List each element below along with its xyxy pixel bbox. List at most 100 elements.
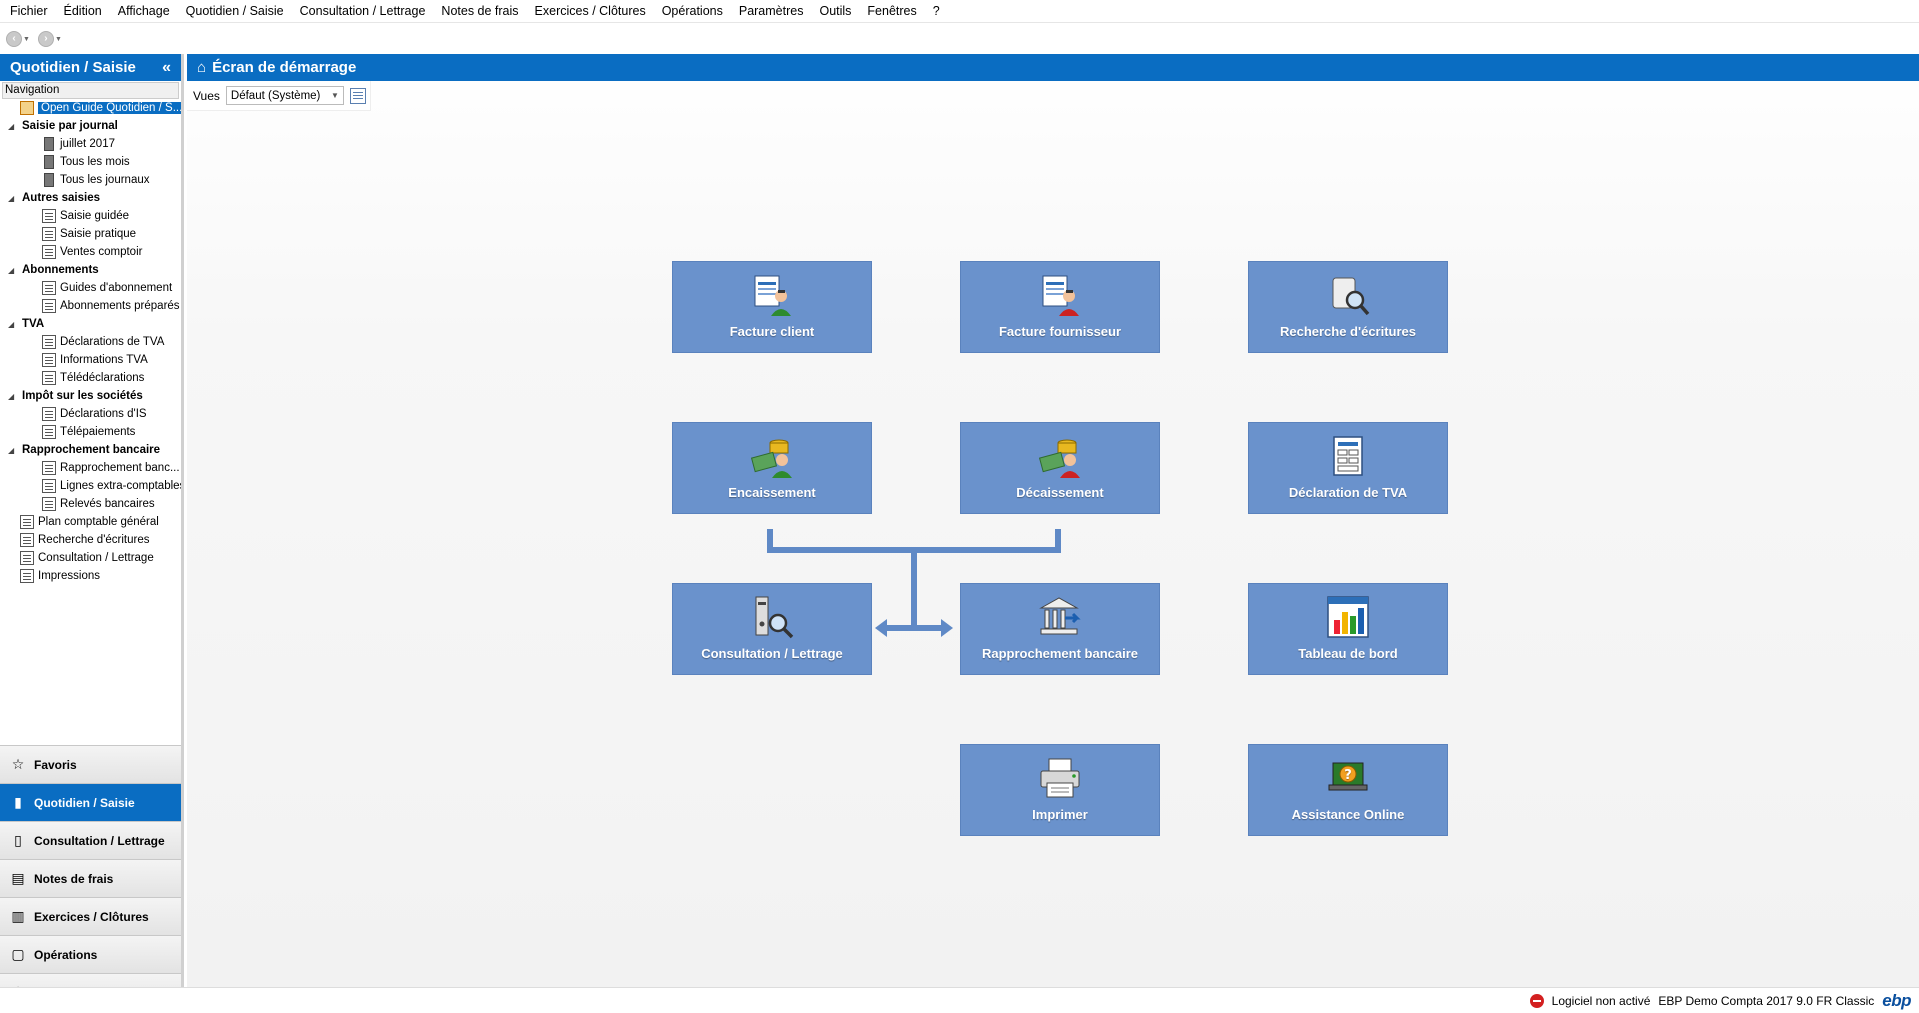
tree-item[interactable]: Déclarations de TVA xyxy=(2,333,181,351)
back-arrow-icon: ‹ xyxy=(6,31,22,47)
tree-item[interactable]: Saisie guidée xyxy=(2,207,181,225)
document-icon xyxy=(20,533,34,547)
forward-dropdown-caret-icon[interactable]: ▼ xyxy=(55,36,62,43)
back-dropdown-caret-icon[interactable]: ▼ xyxy=(23,36,30,43)
tile-recherche-ecritures[interactable]: Recherche d'écritures xyxy=(1248,261,1448,353)
menu-item-10[interactable]: Fenêtres xyxy=(859,0,924,23)
guide-icon xyxy=(20,101,34,115)
tree-item[interactable]: Consultation / Lettrage xyxy=(2,549,181,567)
tree-item[interactable]: Guides d'abonnement xyxy=(2,279,181,297)
tile-assistance-online[interactable]: ? Assistance Online xyxy=(1248,744,1448,836)
expand-triangle-icon[interactable]: ◢ xyxy=(8,392,22,401)
tree-item-label: Saisie pratique xyxy=(60,228,137,240)
menu-item-3[interactable]: Quotidien / Saisie xyxy=(178,0,292,23)
tree-item[interactable]: Saisie pratique xyxy=(2,225,181,243)
document-icon xyxy=(42,407,56,421)
menu-item-6[interactable]: Exercices / Clôtures xyxy=(527,0,654,23)
tile-declaration-tva[interactable]: Déclaration de TVA xyxy=(1248,422,1448,514)
tile-facture-fournisseur[interactable]: Facture fournisseur xyxy=(960,261,1160,353)
tile-facture-client[interactable]: Facture client xyxy=(672,261,872,353)
license-status: Logiciel non activé xyxy=(1551,993,1651,1008)
document-icon xyxy=(42,371,56,385)
toolbar: ‹ ▼ › ▼ xyxy=(0,24,1919,54)
tree-item[interactable]: juillet 2017 xyxy=(2,135,181,153)
forward-button[interactable]: › ▼ xyxy=(37,31,62,47)
tree-item[interactable]: Abonnements préparés xyxy=(2,297,181,315)
views-dropdown[interactable]: Défaut (Système) ▼ xyxy=(225,86,344,105)
tree-item[interactable]: Open Guide Quotidien / S... xyxy=(2,99,181,117)
menu-item-8[interactable]: Paramètres xyxy=(731,0,812,23)
not-activated-icon xyxy=(1529,993,1544,1008)
tree-item[interactable]: Ventes comptoir xyxy=(2,243,181,261)
tree-item[interactable]: Télépaiements xyxy=(2,423,181,441)
tree-item-label: Abonnements xyxy=(22,264,99,276)
tree-item[interactable]: Télédéclarations xyxy=(2,369,181,387)
tree-item[interactable]: Tous les journaux xyxy=(2,171,181,189)
tree-item[interactable]: Informations TVA xyxy=(2,351,181,369)
home-icon: ⌂ xyxy=(197,59,207,76)
menu-item-5[interactable]: Notes de frais xyxy=(433,0,526,23)
tree-group[interactable]: ◢ TVA xyxy=(2,315,181,333)
invoice-supplier-icon xyxy=(1037,272,1083,318)
menu-item-9[interactable]: Outils xyxy=(811,0,859,23)
menu-item-1[interactable]: Édition xyxy=(56,0,110,23)
manage-views-icon[interactable] xyxy=(349,87,366,104)
section-button-1[interactable]: ▮ Quotidien / Saisie xyxy=(0,783,181,821)
tree-item[interactable]: Lignes extra-comptables xyxy=(2,477,181,495)
section-button-0[interactable]: ☆ Favoris xyxy=(0,745,181,783)
menu-item-0[interactable]: Fichier xyxy=(2,0,56,23)
expand-triangle-icon[interactable]: ◢ xyxy=(8,122,22,131)
tree-group[interactable]: ◢ Autres saisies xyxy=(2,189,181,207)
tree-item[interactable]: Recherche d'écritures xyxy=(2,531,181,549)
collapse-sidebar-icon[interactable]: « xyxy=(162,59,171,77)
tree-item[interactable]: Relevés bancaires xyxy=(2,495,181,513)
tree-group[interactable]: ◢ Abonnements xyxy=(2,261,181,279)
tree-item[interactable]: Plan comptable général xyxy=(2,513,181,531)
dashboard-chart-icon xyxy=(1325,594,1371,640)
status-bar: Logiciel non activé EBP Demo Compta 2017… xyxy=(0,987,1919,1013)
bank-icon xyxy=(1037,594,1083,640)
document-icon xyxy=(42,497,56,511)
tile-label: Encaissement xyxy=(728,485,816,500)
tile-rapprochement-bancaire[interactable]: Rapprochement bancaire xyxy=(960,583,1160,675)
tile-imprimer[interactable]: Imprimer xyxy=(960,744,1160,836)
tile-encaissement[interactable]: Encaissement xyxy=(672,422,872,514)
tree-item[interactable]: Rapprochement banc... xyxy=(2,459,181,477)
section-button-3[interactable]: ▤ Notes de frais xyxy=(0,859,181,897)
tree-item[interactable]: Déclarations d'IS xyxy=(2,405,181,423)
tile-decaissement[interactable]: Décaissement xyxy=(960,422,1160,514)
section-label: Consultation / Lettrage xyxy=(34,833,165,848)
menu-item-11[interactable]: ? xyxy=(925,0,948,23)
tree-item[interactable]: Impressions xyxy=(2,567,181,585)
sidebar-header: Quotidien / Saisie « xyxy=(0,54,181,81)
expand-triangle-icon[interactable]: ◢ xyxy=(8,194,22,203)
section-label: Favoris xyxy=(34,757,77,772)
tile-tableau-de-bord[interactable]: Tableau de bord xyxy=(1248,583,1448,675)
expand-triangle-icon[interactable]: ◢ xyxy=(8,446,22,455)
section-button-4[interactable]: ▥ Exercices / Clôtures xyxy=(0,897,181,935)
expand-triangle-icon[interactable]: ◢ xyxy=(8,320,22,329)
tree-item[interactable]: Tous les mois xyxy=(2,153,181,171)
tile-label: Consultation / Lettrage xyxy=(701,646,843,661)
back-button[interactable]: ‹ ▼ xyxy=(6,31,30,47)
tree-item-label: Plan comptable général xyxy=(38,516,159,528)
section-button-2[interactable]: ▯ Consultation / Lettrage xyxy=(0,821,181,859)
tree-item-label: Abonnements préparés xyxy=(60,300,180,312)
menu-item-2[interactable]: Affichage xyxy=(110,0,178,23)
tile-consultation-lettrage[interactable]: Consultation / Lettrage xyxy=(672,583,872,675)
tree-group[interactable]: ◢ Saisie par journal xyxy=(2,117,181,135)
journal-icon xyxy=(44,173,54,187)
menu-item-7[interactable]: Opérations xyxy=(654,0,731,23)
section-button-5[interactable]: ▢ Opérations xyxy=(0,935,181,973)
receipt-icon: ▤ xyxy=(11,870,25,886)
tree-item-label: Open Guide Quotidien / S... xyxy=(38,102,181,114)
document-icon xyxy=(42,461,56,475)
tax-form-icon xyxy=(1325,433,1371,479)
views-label: Vues xyxy=(193,88,220,103)
menu-item-4[interactable]: Consultation / Lettrage xyxy=(292,0,434,23)
search-scroll-icon xyxy=(1325,272,1371,318)
tree-group[interactable]: ◢ Rapprochement bancaire xyxy=(2,441,181,459)
expand-triangle-icon[interactable]: ◢ xyxy=(8,266,22,275)
tree-group[interactable]: ◢ Impôt sur les sociétés xyxy=(2,387,181,405)
tree-item-label: TVA xyxy=(22,318,45,330)
